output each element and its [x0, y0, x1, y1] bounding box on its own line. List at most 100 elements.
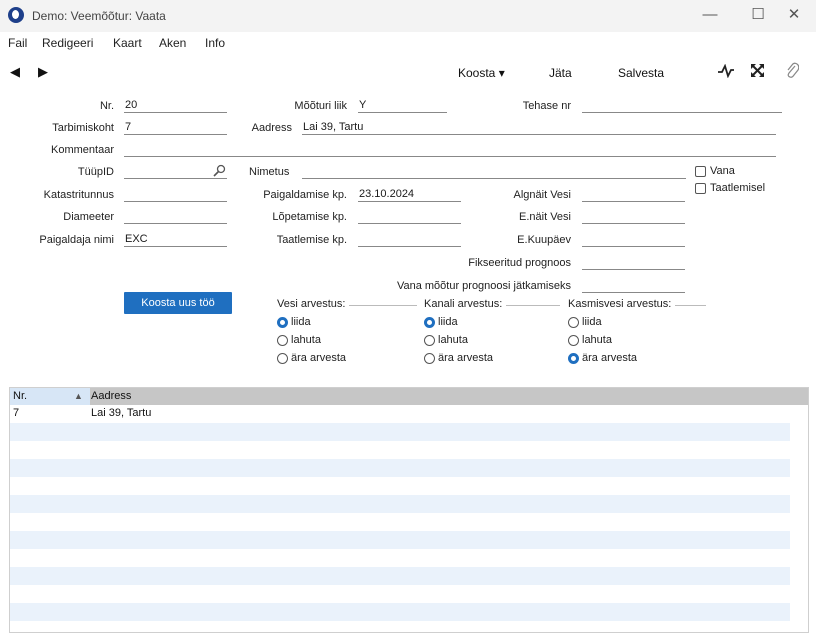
search-icon[interactable]	[213, 164, 226, 177]
radio-group-title: Kasmisvesi arvestus:	[568, 298, 672, 310]
meter-type-field[interactable]: Y	[358, 99, 447, 113]
radio-label: liida	[438, 316, 458, 328]
radio-label: liida	[291, 316, 311, 328]
radio-button[interactable]	[277, 335, 288, 346]
app-logo-icon	[8, 7, 24, 23]
radio-button[interactable]	[568, 353, 579, 364]
factory-nr-field[interactable]	[582, 99, 782, 113]
radio-group-title: Kanali arvestus:	[424, 298, 503, 310]
factory-nr-label: Tehase nr	[522, 100, 571, 112]
e-date-label: E.Kuupäev	[517, 234, 571, 246]
menu-redigeeri[interactable]: Redigeeri	[42, 36, 93, 50]
radio-button[interactable]	[424, 317, 435, 328]
radio-button[interactable]	[568, 317, 579, 328]
address-field[interactable]: Lai 39, Tartu	[302, 121, 776, 135]
radio-label: ära arvesta	[291, 352, 347, 364]
fixed-forecast-field[interactable]	[582, 256, 685, 270]
menu-kaart[interactable]: Kaart	[113, 36, 142, 50]
radio-button[interactable]	[424, 335, 435, 346]
radio-label: ära arvesta	[582, 352, 638, 364]
fixed-forecast-label: Fikseeritud prognoos	[468, 257, 571, 269]
close-button[interactable]: ✕	[776, 4, 812, 28]
menu-fail[interactable]: Fail	[8, 36, 27, 50]
menu-info[interactable]: Info	[205, 36, 225, 50]
maximize-button[interactable]: ☐	[740, 4, 776, 28]
column-header-address[interactable]: Aadress	[91, 390, 131, 402]
prev-record-icon[interactable]: ◀	[10, 64, 20, 80]
table-row-stripe	[10, 531, 790, 549]
radio-button[interactable]	[277, 317, 288, 328]
installer-field[interactable]: EXC	[124, 233, 227, 247]
table-row-stripe	[10, 459, 790, 477]
table-row-stripe	[10, 423, 790, 441]
group-divider	[349, 305, 417, 306]
radio-label: lahuta	[438, 334, 468, 346]
create-menu-button[interactable]: Koosta ▾	[458, 66, 505, 80]
consumption-label: Tarbimiskoht	[52, 122, 114, 134]
table-row[interactable]: 7 Lai 39, Tartu	[10, 405, 790, 423]
typeid-field[interactable]	[124, 165, 227, 179]
old-checkbox[interactable]	[695, 166, 706, 177]
installer-label: Paigaldaja nimi	[39, 234, 114, 246]
test-date-label: Taatlemise kp.	[276, 234, 347, 246]
radio-button[interactable]	[424, 353, 435, 364]
end-date-label: Lõpetamise kp.	[272, 211, 347, 223]
nr-label: Nr.	[99, 100, 114, 112]
end-water-field[interactable]	[582, 210, 685, 224]
old-forecast-label: Vana mõõtur prognoosi jätkamiseks	[396, 280, 571, 292]
radio-label: lahuta	[291, 334, 321, 346]
old-checkbox-label: Vana	[710, 165, 735, 177]
old-forecast-field[interactable]	[582, 279, 685, 293]
group-divider	[506, 305, 560, 306]
cadastre-field[interactable]	[124, 188, 227, 202]
initial-water-field[interactable]	[582, 188, 685, 202]
table-row-stripe	[10, 495, 790, 513]
address-label: Aadress	[251, 122, 292, 134]
radio-label: ära arvesta	[438, 352, 494, 364]
sort-ascending-icon: ▲	[74, 391, 83, 401]
end-water-label: E.näit Vesi	[519, 211, 571, 223]
group-divider	[675, 305, 706, 306]
meter-type-label: Mõõturi liik	[294, 100, 347, 112]
activity-icon[interactable]	[717, 64, 735, 78]
table-header: Nr. ▲ Aadress	[10, 388, 808, 405]
install-date-field[interactable]: 23.10.2024	[358, 188, 461, 202]
cell-nr: 7	[13, 407, 20, 419]
cadastre-label: Katastritunnus	[43, 189, 114, 201]
consumption-field[interactable]: 7	[124, 121, 227, 135]
paperclip-icon[interactable]	[785, 62, 799, 79]
radio-label: lahuta	[582, 334, 612, 346]
create-new-job-button[interactable]: Koosta uus töö	[124, 292, 232, 314]
menu-aken[interactable]: Aken	[159, 36, 186, 50]
discard-button[interactable]: Jäta	[549, 66, 572, 80]
initial-water-label: Algnäit Vesi	[513, 189, 571, 201]
radio-label: liida	[582, 316, 602, 328]
comment-label: Kommentaar	[51, 144, 114, 156]
name-label: Nimetus	[249, 166, 290, 178]
cell-address: Lai 39, Tartu	[91, 407, 152, 419]
testing-checkbox-label: Taatlemisel	[710, 182, 766, 194]
diameter-field[interactable]	[124, 210, 227, 224]
testing-checkbox[interactable]	[695, 183, 706, 194]
e-date-field[interactable]	[582, 233, 685, 247]
next-record-icon[interactable]: ▶	[38, 64, 48, 80]
nr-field[interactable]: 20	[124, 99, 227, 113]
radio-button[interactable]	[568, 335, 579, 346]
comment-field[interactable]	[124, 143, 776, 157]
radio-group-title: Vesi arvestus:	[277, 298, 346, 310]
typeid-label: TüüpID	[77, 166, 114, 178]
column-header-nr[interactable]: Nr.	[13, 390, 27, 402]
save-button[interactable]: Salvesta	[618, 66, 664, 80]
test-date-field[interactable]	[358, 233, 461, 247]
table-row-stripe	[10, 603, 790, 621]
records-table: Nr. ▲ Aadress 7 Lai 39, Tartu	[9, 387, 809, 633]
end-date-field[interactable]	[358, 210, 461, 224]
radio-button[interactable]	[277, 353, 288, 364]
diameter-label: Diameeter	[63, 211, 114, 223]
table-row-stripe	[10, 567, 790, 585]
name-field[interactable]	[302, 165, 686, 179]
expand-icon[interactable]	[750, 63, 765, 78]
minimize-button[interactable]: —	[692, 4, 728, 28]
install-date-label: Paigaldamise kp.	[263, 189, 347, 201]
window-title: Demo: Veemõõtur: Vaata	[32, 9, 166, 23]
